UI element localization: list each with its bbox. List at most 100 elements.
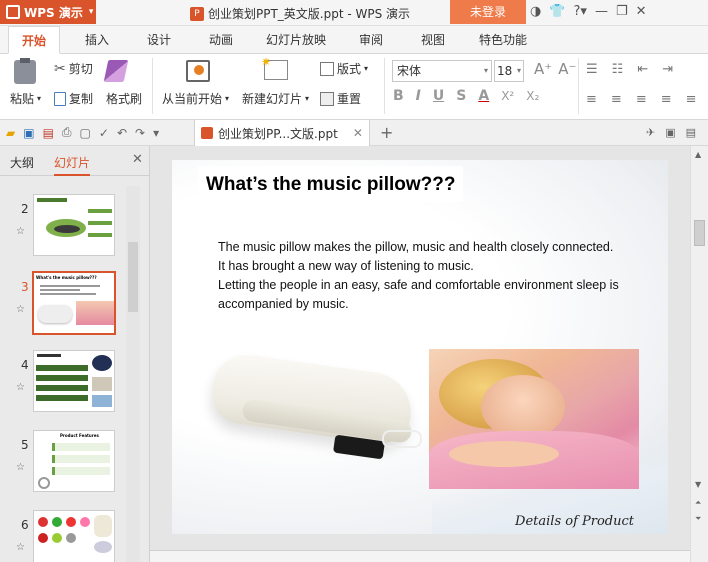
- pin-icon[interactable]: ✈: [646, 126, 655, 139]
- new-slide-label-button[interactable]: 新建幻灯片 ▾: [242, 90, 309, 107]
- theme-icon[interactable]: ◑: [530, 4, 541, 19]
- previous-slide-icon[interactable]: ⏶: [695, 498, 701, 508]
- paste-label-button[interactable]: 粘贴 ▾: [10, 90, 41, 107]
- decrease-indent-icon[interactable]: ⇤: [637, 62, 648, 77]
- increase-indent-icon[interactable]: ⇥: [662, 62, 673, 77]
- bold-button[interactable]: B: [393, 88, 404, 104]
- save-icon[interactable]: ▣: [23, 126, 34, 140]
- slide-number: 4: [21, 358, 29, 372]
- number-list-icon[interactable]: ☷: [612, 62, 624, 77]
- slide-thumb-6[interactable]: 6 ☆: [0, 510, 126, 562]
- export-pdf-icon[interactable]: ▤: [43, 126, 54, 140]
- slide-footer[interactable]: Details of Product: [515, 514, 634, 529]
- justify-icon[interactable]: ≡: [661, 92, 672, 107]
- slideshow-icon[interactable]: ▣: [665, 126, 675, 139]
- restore-icon[interactable]: ❐: [616, 4, 628, 19]
- tab-features[interactable]: 特色功能: [470, 26, 536, 54]
- window-title: P 创业策划PPT_英文版.ppt - WPS 演示: [190, 5, 410, 22]
- slide-thumbnail: [33, 350, 115, 412]
- copy-button[interactable]: 复制: [54, 90, 93, 107]
- slide-panel-scrollbar[interactable]: [126, 186, 140, 562]
- current-slide[interactable]: What’s the music pillow??? The music pil…: [172, 160, 668, 534]
- layout-button[interactable]: 版式 ▾: [320, 60, 368, 77]
- superscript-button[interactable]: X²: [501, 89, 514, 103]
- tab-animation[interactable]: 动画: [198, 26, 244, 54]
- tab-outline[interactable]: 大纲: [10, 154, 34, 171]
- close-icon[interactable]: ✕: [636, 4, 647, 19]
- document-tab[interactable]: 创业策划PP...文版.ppt ✕: [194, 120, 370, 146]
- scroll-up-icon[interactable]: ▲: [695, 150, 701, 159]
- format-painter-button[interactable]: [103, 60, 129, 82]
- format-painter-label: 格式刷: [106, 92, 143, 106]
- tab-start[interactable]: 开始: [8, 26, 60, 54]
- ribbon-toolbar: 粘贴 ▾ ✂ 剪切 复制 格式刷 从当前开始 ▾ ✷ 新建幻灯片 ▾ 版式 ▾ …: [0, 54, 708, 120]
- close-tab-icon[interactable]: ✕: [353, 126, 363, 140]
- slide-anim-icon: ☆: [16, 226, 25, 237]
- spellcheck-icon[interactable]: ✓: [99, 126, 109, 140]
- minimize-icon[interactable]: —: [595, 4, 608, 19]
- font-color-button[interactable]: A: [478, 88, 489, 104]
- tab-slides[interactable]: 幻灯片: [54, 154, 91, 176]
- scrollbar-thumb[interactable]: [694, 220, 705, 246]
- shrink-font-icon[interactable]: A⁻: [558, 60, 576, 78]
- chevron-down-icon: ▾: [364, 64, 369, 73]
- tab-review[interactable]: 审阅: [348, 26, 394, 54]
- underline-button[interactable]: U: [433, 88, 444, 104]
- app-menu-button[interactable]: WPS 演示 ▾: [0, 0, 96, 24]
- editor-scrollbar[interactable]: ▲ ▼ ⏶ ⏷: [690, 146, 708, 562]
- open-folder-icon[interactable]: ▰: [6, 126, 15, 140]
- subscript-button[interactable]: X₂: [526, 89, 539, 103]
- scroll-down-icon[interactable]: ▼: [695, 480, 701, 489]
- next-slide-icon[interactable]: ⏷: [695, 514, 701, 524]
- new-slide-icon: ✷: [261, 55, 288, 80]
- play-from-current-button[interactable]: [186, 60, 210, 82]
- title-bar: WPS 演示 ▾ P 创业策划PPT_英文版.ppt - WPS 演示 未登录 …: [0, 0, 708, 26]
- slide-thumb-5[interactable]: 5 ☆ Product Features: [0, 430, 126, 500]
- slide-thumbnail: [33, 510, 115, 562]
- ppt-file-icon: [201, 127, 213, 139]
- distribute-icon[interactable]: ≡: [686, 92, 697, 107]
- slide-thumbnail: What's the music pillow???: [32, 271, 116, 335]
- slide-thumb-3[interactable]: 3 ☆ What's the music pillow???: [0, 271, 126, 342]
- paste-button[interactable]: [14, 58, 36, 84]
- font-name-select[interactable]: 宋体 ▾: [392, 60, 492, 82]
- slide-thumb-4[interactable]: 4 ☆: [0, 350, 126, 420]
- tab-design[interactable]: 设计: [136, 26, 182, 54]
- login-button[interactable]: 未登录: [450, 0, 526, 24]
- layout-icon: [320, 61, 334, 76]
- tab-view[interactable]: 视图: [410, 26, 456, 54]
- font-name-value: 宋体: [397, 64, 422, 78]
- panel-icon[interactable]: ▤: [686, 126, 696, 139]
- customize-icon[interactable]: ▾: [153, 126, 159, 140]
- chevron-down-icon: ▾: [37, 94, 42, 103]
- bullet-list-icon[interactable]: ☰: [586, 62, 598, 77]
- new-tab-icon[interactable]: +: [380, 123, 393, 142]
- slide-body[interactable]: The music pillow makes the pillow, music…: [218, 238, 648, 314]
- quick-access-bar: ▰ ▣ ▤ ⎙ ▢ ✓ ↶ ↷ ▾ 创业策划PP...文版.ppt ✕ + ✈ …: [0, 120, 708, 146]
- slide-title[interactable]: What’s the music pillow???: [198, 166, 464, 202]
- strike-button[interactable]: S: [456, 88, 466, 104]
- print-preview-icon[interactable]: ▢: [80, 126, 91, 140]
- align-right-icon[interactable]: ≡: [636, 92, 647, 107]
- from-current-label-button[interactable]: 从当前开始 ▾: [162, 90, 229, 107]
- scrollbar-thumb[interactable]: [128, 242, 138, 312]
- help-icon[interactable]: ?▾: [574, 4, 587, 19]
- font-size-select[interactable]: 18 ▾: [494, 60, 524, 82]
- reset-button[interactable]: 重置: [320, 90, 361, 107]
- italic-button[interactable]: I: [416, 88, 421, 104]
- notes-pane[interactable]: [150, 550, 690, 562]
- close-panel-icon[interactable]: ✕: [132, 152, 143, 167]
- slide-thumb-2[interactable]: 2 ☆: [0, 194, 126, 264]
- undo-icon[interactable]: ↶: [117, 126, 127, 140]
- tab-slideshow[interactable]: 幻灯片放映: [258, 26, 334, 54]
- align-left-icon[interactable]: ≡: [586, 92, 597, 107]
- skin-icon[interactable]: 👕: [549, 4, 565, 19]
- tab-insert[interactable]: 插入: [74, 26, 120, 54]
- cut-button[interactable]: ✂ 剪切: [54, 60, 93, 77]
- slide-anim-icon: ☆: [16, 382, 25, 393]
- grow-font-icon[interactable]: A⁺: [534, 60, 552, 78]
- print-icon[interactable]: ⎙: [62, 125, 72, 140]
- new-slide-button[interactable]: ✷: [261, 55, 288, 80]
- align-center-icon[interactable]: ≡: [611, 92, 622, 107]
- redo-icon[interactable]: ↷: [135, 126, 145, 140]
